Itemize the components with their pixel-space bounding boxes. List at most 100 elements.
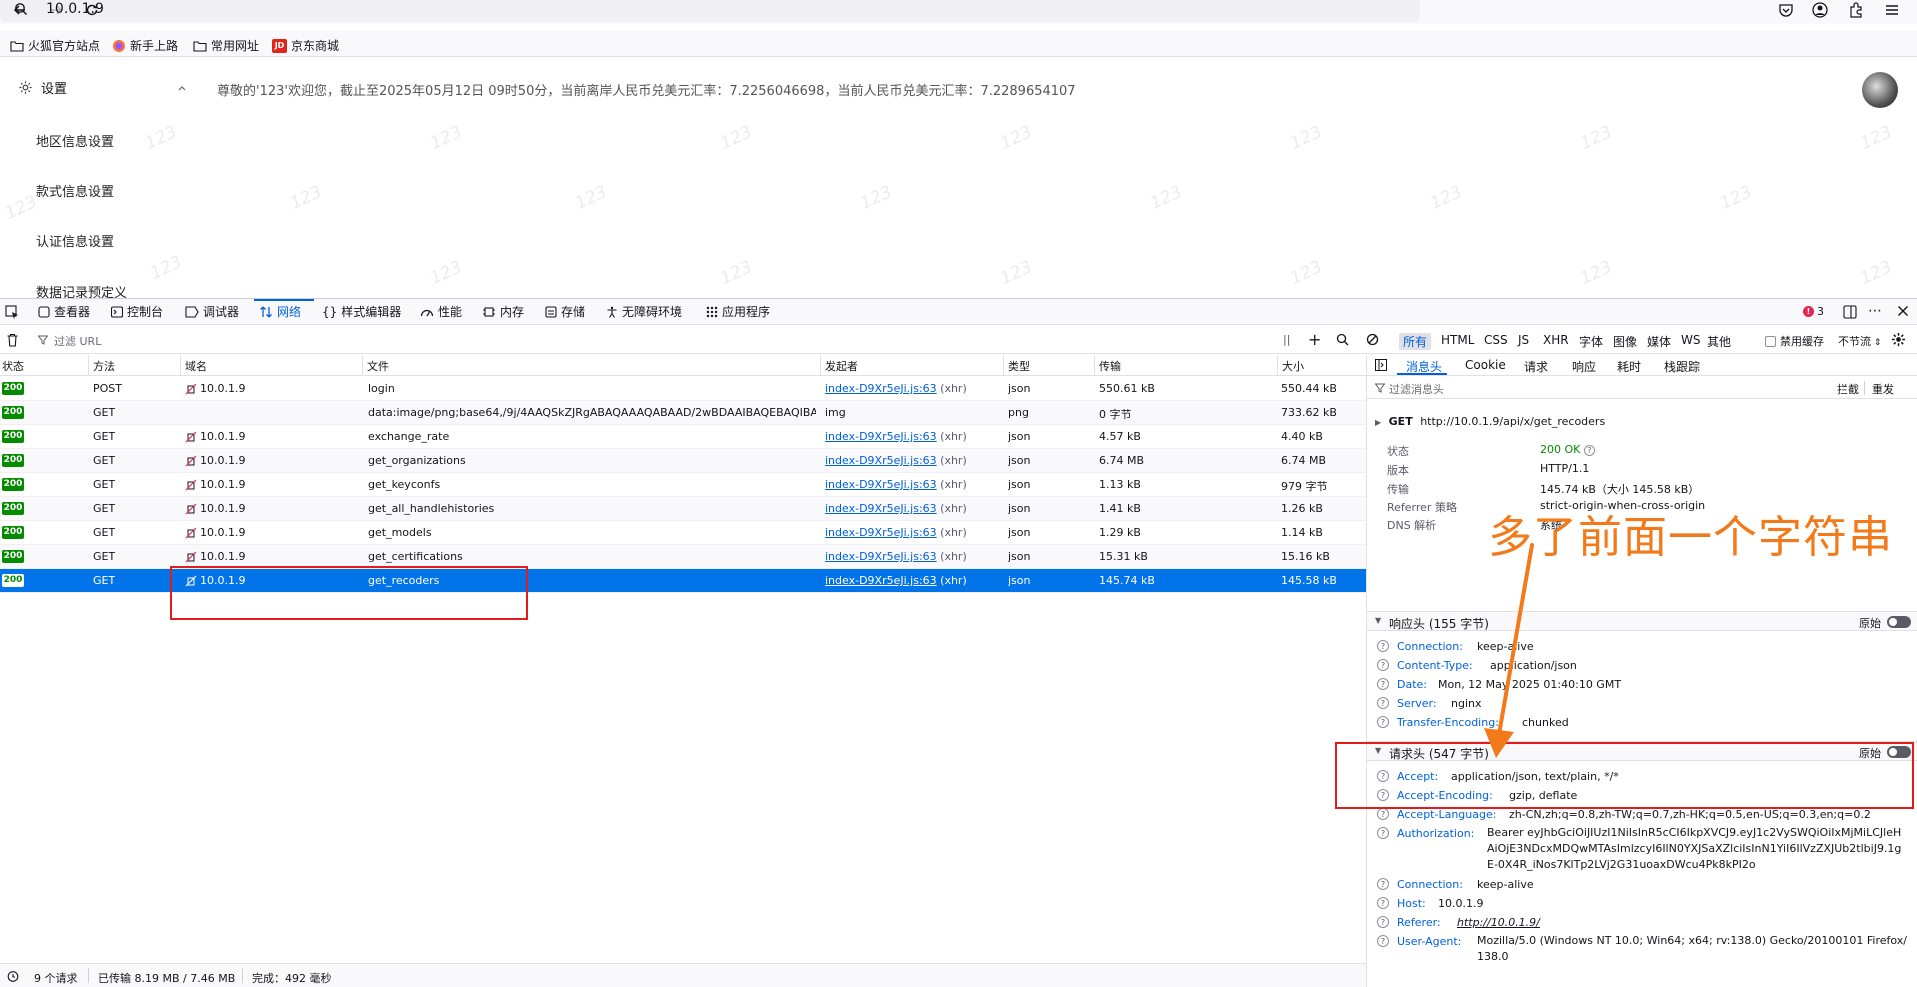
filter-all[interactable]: 所有 (1399, 333, 1432, 350)
status-badge: 200 (2, 382, 24, 395)
bookmark-jd[interactable]: JD 京东商城 (272, 37, 339, 54)
col-type[interactable]: 类型 (1008, 358, 1030, 374)
col-transfer[interactable]: 传输 (1099, 358, 1121, 374)
file-cell: get_all_handlehistories (368, 502, 495, 515)
col-size[interactable]: 大小 (1282, 358, 1304, 374)
resend-button[interactable]: 重发 (1872, 381, 1894, 397)
tab-response[interactable]: 响应 (1572, 358, 1596, 375)
url-text[interactable]: 10.0.1.9 (46, 1, 104, 17)
pause-icon[interactable]: || (1283, 333, 1290, 346)
watermark: 123 (142, 122, 181, 154)
table-row[interactable]: 200 POST 10.0.1.9 login index-D9Xr5eJi.js:63… (0, 377, 1366, 401)
extensions-icon[interactable] (1848, 2, 1864, 18)
trash-icon[interactable] (6, 333, 19, 347)
pocket-icon[interactable] (1778, 2, 1794, 18)
tab-stack-trace[interactable]: 栈跟踪 (1664, 358, 1700, 375)
tab-memory[interactable]: 内存 (482, 303, 524, 320)
throttle-select[interactable]: 不节流 ⇕ (1838, 333, 1881, 349)
filter-html[interactable]: HTML (1441, 333, 1474, 347)
initiator-cell[interactable]: index-D9Xr5eJi.js:63 (xhr) (825, 526, 967, 539)
tab-network[interactable]: 网络 (259, 303, 301, 320)
sidebar-item-style[interactable]: 款式信息设置 (36, 181, 114, 200)
filter-fonts[interactable]: 字体 (1579, 333, 1603, 350)
filter-css[interactable]: CSS (1484, 333, 1508, 347)
add-icon[interactable]: + (1308, 330, 1321, 349)
settings-gear-icon[interactable] (1891, 332, 1906, 347)
filter-js[interactable]: JS (1518, 333, 1529, 347)
annotation-box-authorization (1335, 742, 1914, 809)
type-cell: json (1008, 502, 1031, 515)
error-count[interactable]: ! 3 (1803, 305, 1824, 318)
initiator-cell[interactable]: index-D9Xr5eJi.js:63 (xhr) (825, 454, 967, 467)
watermark: 123 (1577, 122, 1616, 154)
table-row[interactable]: 200 GET 10.0.1.9 get_all_handlehistories ind… (0, 497, 1366, 521)
initiator-cell[interactable]: index-D9Xr5eJi.js:63 (xhr) (825, 478, 967, 491)
bookmark-firefox-official[interactable]: 火狐官方站点 (10, 37, 100, 54)
table-row[interactable]: 200 GET 10.0.1.9 exchange_rate index-D9Xr5eJ… (0, 425, 1366, 449)
more-options-icon[interactable]: ⋯ (1868, 303, 1882, 319)
bookmark-common-sites[interactable]: 常用网址 (193, 37, 259, 54)
initiator-cell[interactable]: img (825, 406, 846, 419)
disable-cache-checkbox[interactable]: 禁用缓存 (1765, 333, 1824, 349)
method-cell: GET (93, 550, 116, 563)
initiator-cell[interactable]: index-D9Xr5eJi.js:63 (xhr) (825, 574, 967, 587)
table-row[interactable]: 200 GET 10.0.1.9 get_organizations index-D9X… (0, 449, 1366, 473)
filter-ws[interactable]: WS (1681, 333, 1700, 347)
initiator-cell[interactable]: index-D9Xr5eJi.js:63 (xhr) (825, 550, 967, 563)
menu-icon[interactable] (1884, 2, 1900, 18)
network-filter-bar: 过滤 URL || + 所有 HTML CSS JS XHR 字体 图像 媒体 … (0, 326, 1917, 354)
filter-other[interactable]: 其他 (1707, 333, 1731, 350)
tab-debugger[interactable]: 调试器 (185, 303, 239, 320)
filter-media[interactable]: 媒体 (1647, 333, 1671, 350)
size-cell: 4.40 kB (1281, 430, 1323, 443)
sidebar-item-certification[interactable]: 认证信息设置 (36, 231, 114, 250)
sidebar-settings-header[interactable]: 设置 (18, 78, 187, 97)
col-domain[interactable]: 域名 (185, 358, 207, 374)
header-filter-input[interactable]: 过滤消息头 (1389, 381, 1444, 397)
toggle-sidebar-icon[interactable] (1375, 359, 1387, 371)
finish-time: 完成：492 毫秒 (252, 972, 332, 985)
tab-console[interactable]: 控制台 (111, 303, 163, 320)
account-icon[interactable] (1812, 2, 1828, 18)
block-button[interactable]: 拦截 (1837, 381, 1859, 397)
tab-cookies[interactable]: Cookie (1465, 358, 1506, 372)
sidebar-item-region[interactable]: 地区信息设置 (36, 131, 114, 150)
tab-performance[interactable]: 性能 (420, 303, 462, 320)
tab-storage[interactable]: 存储 (545, 303, 585, 320)
close-icon[interactable] (1897, 305, 1909, 317)
initiator-cell[interactable]: index-D9Xr5eJi.js:63 (xhr) (825, 430, 967, 443)
watermark: 123 (572, 182, 611, 214)
tab-style-editor[interactable]: {} 样式编辑器 (322, 303, 401, 320)
col-method[interactable]: 方法 (93, 358, 115, 374)
pick-element-icon[interactable] (5, 305, 19, 319)
initiator-cell[interactable]: index-D9Xr5eJi.js:63 (xhr) (825, 502, 967, 515)
tab-inspector[interactable]: 查看器 (38, 303, 90, 320)
table-row[interactable]: 200 GET 10.0.1.9 get_keyconfs index-D9Xr5eJi… (0, 473, 1366, 497)
search-icon[interactable] (1336, 333, 1349, 346)
tab-accessibility[interactable]: 无障碍环境 (606, 303, 682, 320)
col-status[interactable]: 状态 (2, 358, 24, 374)
initiator-cell[interactable]: index-D9Xr5eJi.js:63 (xhr) (825, 382, 967, 395)
table-row[interactable]: 200 GET data:image/png;base64,/9j/4AAQSkZJ… (0, 401, 1366, 425)
sidebar-item-data-record[interactable]: 数据记录预定义 (36, 282, 127, 298)
col-file[interactable]: 文件 (367, 358, 389, 374)
tab-request[interactable]: 请求 (1524, 358, 1548, 375)
memory-icon (483, 306, 495, 317)
response-headers-title[interactable]: ▼ 响应头 (155 字节) 原始 (1367, 611, 1917, 631)
tab-timings[interactable]: 耗时 (1617, 358, 1641, 375)
dock-icon[interactable] (1843, 305, 1857, 319)
tab-headers[interactable]: 消息头 (1406, 358, 1442, 375)
url-bar[interactable]: 10.0.1.9 (0, 0, 1420, 22)
devtools-panel: 查看器 控制台 调试器 网络 {} 样式编辑器 性能 内存 存储 无障碍环境 应… (0, 298, 1917, 987)
filter-images[interactable]: 图像 (1613, 333, 1637, 350)
request-line[interactable]: ▶ GET http://10.0.1.9/api/x/get_recoders (1375, 415, 1605, 428)
filter-xhr[interactable]: XHR (1543, 333, 1569, 347)
bookmark-getting-started[interactable]: 新手上路 (112, 37, 178, 54)
avatar[interactable] (1862, 72, 1898, 108)
block-icon[interactable] (1366, 333, 1379, 346)
raw-toggle[interactable] (1887, 616, 1911, 628)
url-filter-input[interactable]: 过滤 URL (26, 330, 1276, 350)
table-row[interactable]: 200 GET 10.0.1.9 get_models index-D9Xr5eJi.j… (0, 521, 1366, 545)
tab-application[interactable]: 应用程序 (706, 303, 770, 320)
col-initiator[interactable]: 发起者 (825, 358, 858, 374)
